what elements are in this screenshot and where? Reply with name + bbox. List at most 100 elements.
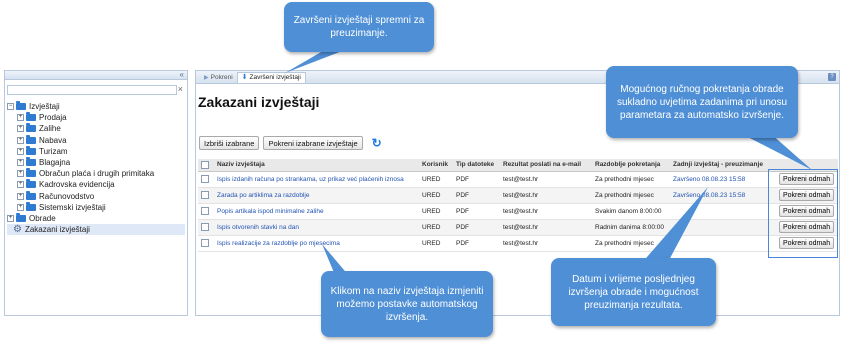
column-header[interactable]: Korisnik: [419, 159, 453, 172]
table-row: Ispis otvorenih stavki na dan URED PDF test…: [198, 219, 838, 236]
folder-icon: [16, 212, 26, 222]
scheduled-reports-table: Naziv izvještaja Korisnik Tip datoteke R…: [198, 159, 838, 252]
expand-toggle-icon[interactable]: +: [17, 136, 24, 144]
email-cell: test@test.hr: [500, 235, 592, 252]
expand-toggle-icon[interactable]: +: [17, 147, 24, 155]
column-header[interactable]: Naziv izvještaja: [214, 159, 419, 172]
collapse-panel-button[interactable]: «: [180, 70, 184, 79]
expand-toggle-icon[interactable]: +: [17, 181, 24, 189]
column-header[interactable]: Rezultat poslati na e-mail: [500, 159, 592, 172]
expand-toggle-icon[interactable]: +: [17, 192, 24, 200]
folder-icon: [26, 201, 36, 211]
tree-item[interactable]: + Nabava: [7, 134, 185, 146]
tree-item[interactable]: + Zalihe: [7, 123, 185, 134]
tree-item-label: Prodaja: [39, 113, 67, 123]
folder-icon: [26, 179, 36, 189]
row-checkbox[interactable]: [201, 191, 209, 199]
tab-zavrseni-izvjestaji[interactable]: ⬇ Završeni izvještaji: [236, 72, 306, 83]
tree-item-label: Nabava: [39, 135, 67, 145]
tree-item-label: Sistemski izvještaji: [39, 202, 106, 212]
tree-item[interactable]: + Sistemski izvještaji: [7, 201, 185, 213]
expand-toggle-icon[interactable]: +: [7, 214, 14, 222]
user-cell: URED: [419, 187, 453, 204]
clear-search-icon[interactable]: ×: [178, 84, 183, 94]
last-report-cell: [670, 203, 776, 220]
row-checkbox[interactable]: [201, 223, 209, 231]
column-header[interactable]: Tip datoteke: [453, 159, 500, 172]
tree-item-label: Zakazani izvještaji: [24, 225, 90, 235]
report-name-link[interactable]: Ispis realizacije za razdoblje po mjesec…: [217, 240, 340, 247]
tree-item[interactable]: + Kadrovska evidencija: [7, 179, 185, 190]
navigation-panel-header: «: [5, 70, 187, 80]
column-header[interactable]: Zadnji izvještaj - preuzimanje: [670, 159, 776, 172]
tree-item[interactable]: ⚙ Zakazani izvještaji: [7, 224, 185, 236]
expand-toggle-icon[interactable]: +: [17, 203, 24, 211]
period-cell: Za prethodni mjesec: [592, 187, 670, 204]
period-cell: Radnim danima 8:00:00: [592, 219, 670, 236]
report-tree: − Izvještaji + Prodaja + Zalihe + Nabava + Turiza…: [7, 101, 185, 236]
report-name-link[interactable]: Zarada po artiklima za razdoblje: [217, 192, 310, 199]
folder-icon: [26, 157, 36, 167]
download-arrow-icon: ⬇: [241, 74, 248, 81]
tree-item[interactable]: − Izvještaji: [7, 101, 185, 112]
last-report-cell: [670, 219, 776, 236]
period-cell: Za prethodni mjesec: [592, 235, 670, 252]
tree-item-label: Računovodstvo: [39, 191, 95, 201]
select-cell: [198, 171, 214, 188]
delete-selected-button[interactable]: Izbriši izabrane: [199, 136, 260, 150]
last-report-download-link[interactable]: Završeno 08.08.23 15:58: [673, 176, 745, 183]
select-all-checkbox[interactable]: [201, 160, 209, 169]
report-name-link[interactable]: Ispis izdanih računa po strankama, uz pr…: [217, 176, 404, 183]
email-cell: test@test.hr: [500, 187, 592, 204]
file-type-cell: PDF: [453, 235, 500, 252]
tree-item[interactable]: + Turizam: [7, 145, 185, 157]
folder-icon: [16, 101, 26, 111]
expand-toggle-icon[interactable]: +: [17, 170, 24, 178]
email-cell: test@test.hr: [500, 171, 592, 188]
tree-item-label: Kadrovska evidencija: [39, 180, 115, 190]
run-now-highlight-box: [768, 169, 838, 258]
last-report-download-link[interactable]: Završeno 08.08.23 15:58: [673, 192, 745, 199]
expand-toggle-icon[interactable]: +: [17, 159, 24, 167]
run-selected-button[interactable]: Pokreni izabrane izvještaje: [263, 136, 363, 150]
period-cell: Za prethodni mjesec: [592, 171, 670, 188]
tree-item[interactable]: + Prodaja: [7, 112, 185, 123]
expand-toggle-icon[interactable]: +: [17, 125, 24, 133]
tree-item[interactable]: + Obrade: [7, 212, 185, 224]
column-header[interactable]: Razdoblje pokretanja: [592, 159, 670, 172]
collapse-toggle-icon[interactable]: −: [7, 103, 14, 111]
table-row: Ispis realizacije za razdoblje po mjesec…: [198, 235, 838, 252]
report-name-link[interactable]: Popis artikala ispod minimalne zalihe: [217, 208, 324, 215]
table-row: Popis artikala ispod minimalne zalihe URE…: [198, 203, 838, 220]
user-cell: URED: [419, 171, 453, 188]
tree-item-label: Turizam: [39, 146, 68, 156]
expand-toggle-icon[interactable]: +: [17, 114, 24, 122]
name-cell: Ispis izdanih računa po strankama, uz pr…: [214, 171, 419, 188]
table-row: Ispis izdanih računa po strankama, uz pr…: [198, 171, 838, 188]
user-cell: URED: [419, 219, 453, 236]
row-checkbox[interactable]: [201, 207, 209, 215]
select-cell: [198, 187, 214, 204]
tab-pokreni[interactable]: ▶ Pokreni: [200, 72, 237, 83]
help-button[interactable]: ?: [828, 73, 836, 81]
user-cell: URED: [419, 203, 453, 220]
tree-item[interactable]: + Blagajna: [7, 157, 185, 168]
last-report-cell: Završeno 08.08.23 15:58: [670, 187, 776, 204]
refresh-icon[interactable]: ↻: [372, 137, 382, 149]
select-cell: [198, 235, 214, 252]
row-checkbox[interactable]: [201, 239, 209, 247]
tree-item-label: Izvještaji: [29, 102, 60, 112]
file-type-cell: PDF: [453, 187, 500, 204]
tree-item[interactable]: + Računovodstvo: [7, 190, 185, 202]
folder-icon: [26, 190, 36, 200]
row-checkbox[interactable]: [201, 175, 209, 183]
tree-item-label: Zalihe: [39, 124, 61, 134]
select-all-header: [198, 159, 214, 172]
tree-item[interactable]: + Obračun plaća i drugih primitaka: [7, 168, 185, 179]
folder-icon: [26, 112, 36, 122]
email-cell: test@test.hr: [500, 219, 592, 236]
tree-search-input[interactable]: [7, 85, 177, 95]
toolbar: Izbriši izabrane Pokreni izabrane izvješ…: [199, 136, 382, 150]
report-name-link[interactable]: Ispis otvorenih stavki na dan: [217, 224, 299, 231]
gear-icon: ⚙: [13, 224, 22, 236]
